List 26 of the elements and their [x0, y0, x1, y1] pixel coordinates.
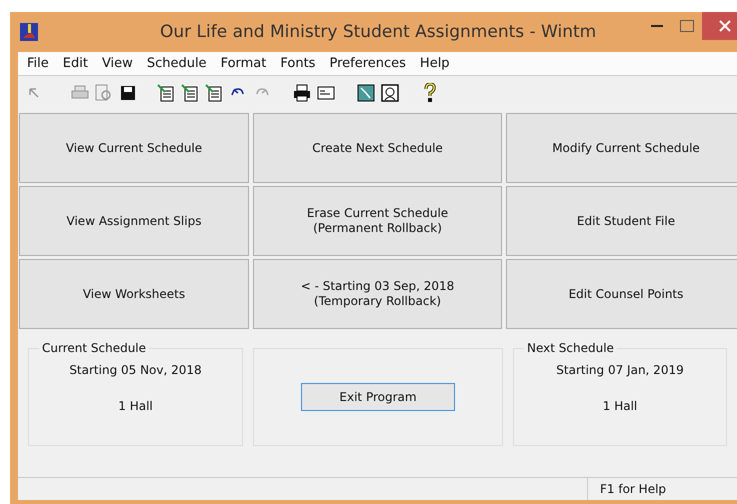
action-button[interactable]: < - Starting 03 Sep, 2018 (Temporary Rollback): [253, 259, 502, 329]
panel-title: Next Schedule: [526, 341, 615, 355]
window-title: Our Life and Ministry Student Assignments - Wintm: [160, 22, 596, 42]
hall-count: 1 Hall: [602, 399, 638, 413]
menu-item[interactable]: View: [94, 56, 140, 71]
menu-item[interactable]: Edit: [56, 56, 95, 71]
panel-title: Current Schedule: [41, 341, 148, 355]
menu-item[interactable]: Fonts: [273, 56, 322, 71]
action-button[interactable]: View Worksheets: [19, 259, 249, 329]
action-button[interactable]: Edit Student File: [506, 186, 737, 256]
action-button[interactable]: Edit Counsel Points: [506, 259, 737, 329]
menu-item[interactable]: Help: [412, 56, 457, 71]
action-button[interactable]: Create Next Schedule: [253, 113, 502, 183]
status-text: F1 for Help: [587, 478, 717, 500]
menu-item[interactable]: Schedule: [140, 56, 214, 71]
hall-count: 1 Hall: [118, 399, 153, 413]
menu-item[interactable]: File: [20, 56, 56, 71]
exit-button[interactable]: Exit Program: [301, 383, 455, 411]
action-button[interactable]: View Assignment Slips: [19, 186, 249, 256]
action-button[interactable]: Modify Current Schedule: [506, 113, 737, 183]
action-button[interactable]: Erase Current Schedule (Permanent Rollback): [253, 186, 502, 256]
menu-item[interactable]: Preferences: [322, 56, 413, 71]
start-date: Starting 07 Jan, 2019: [556, 363, 684, 377]
start-date: Starting 05 Nov, 2018: [69, 363, 202, 377]
action-button[interactable]: View Current Schedule: [19, 113, 249, 183]
menu-item[interactable]: Format: [214, 56, 274, 71]
